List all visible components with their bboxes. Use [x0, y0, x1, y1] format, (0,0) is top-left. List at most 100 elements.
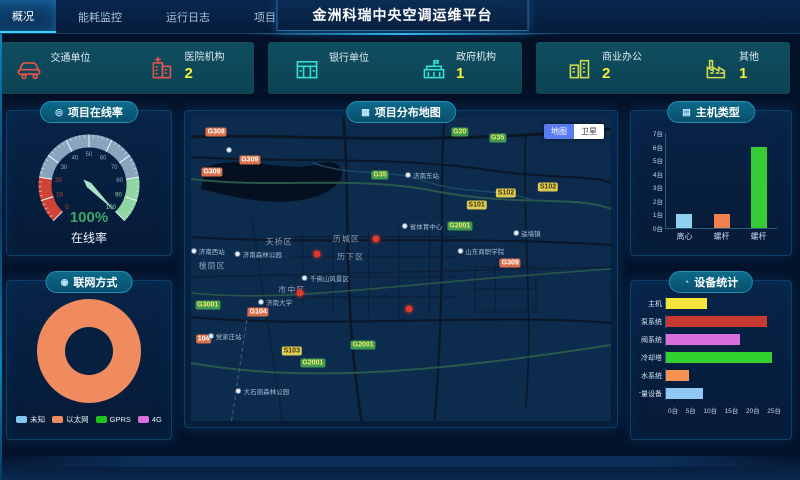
network-legend: 未知 以太网 GPRS 4G [7, 414, 171, 425]
hospital-icon [150, 56, 176, 80]
device-track [665, 369, 781, 382]
x-tick-25台: 25台 [767, 405, 781, 415]
y-tick-3台: 3台 [653, 182, 663, 192]
marker-dot-icon [208, 333, 214, 339]
center-column: ▦ 项目分布地图 [184, 110, 618, 440]
project-marker-3[interactable] [372, 235, 379, 242]
left-edge-glow [0, 34, 2, 480]
y-tick-4台: 4台 [653, 169, 663, 179]
panel-device-stats: ◔ 设备统计 主机泵系统阀系统冷却塔水系统计量设备0台5台10台15台20台25… [630, 280, 792, 440]
marker-label: 济南大学 [266, 297, 292, 307]
marker-dot-icon [405, 172, 411, 178]
marker-label: 遥墙镇 [521, 228, 541, 238]
map-button-地图[interactable]: 地图 [544, 124, 574, 139]
y-tick-5台: 5台 [653, 155, 663, 165]
monitor-icon: ▤ [682, 107, 691, 118]
map-marker-大石崮森林公园: 大石崮森林公园 [236, 386, 290, 396]
bottom-strip [0, 456, 800, 480]
panel-host-title: 主机类型 [696, 104, 740, 120]
x-tick-5台: 5台 [686, 405, 696, 415]
panel-project-map: ▦ 项目分布地图 [184, 110, 618, 428]
svg-text:90: 90 [115, 193, 122, 199]
project-marker-1[interactable] [314, 250, 321, 257]
device-row-阀系统: 阀系统 [639, 333, 781, 346]
stat-其他: 其他1 [704, 52, 759, 83]
panel-host-header: ▤ 主机类型 [667, 101, 755, 123]
device-label: 阀系统 [639, 335, 665, 345]
marker-dot-icon [513, 230, 519, 236]
panel-host-type: ▤ 主机类型 0台1台2台3台4台5台6台7台离心螺杆螺杆 [630, 110, 792, 256]
device-bar-水系统 [666, 370, 689, 381]
legend-item-以太网[interactable]: 以太网 [52, 414, 89, 425]
gauge-icon: ◎ [55, 107, 63, 118]
device-row-冷却塔: 冷却塔 [639, 351, 781, 364]
map-marker-济南大学: 济南大学 [258, 297, 292, 307]
road-badge-G35: G35 [371, 170, 388, 179]
device-track [665, 315, 781, 328]
legend-item-GPRS[interactable]: GPRS [96, 414, 131, 425]
stat-政府机构: 政府机构1 [421, 52, 496, 83]
legend-label: 以太网 [66, 414, 89, 425]
panel-network-title: 联网方式 [73, 274, 117, 290]
stat-label: 交通单位 [51, 53, 91, 66]
svg-text:50: 50 [86, 152, 93, 158]
panel-device-header: ◔ 设备统计 [669, 271, 753, 293]
legend-item-未知[interactable]: 未知 [16, 414, 45, 425]
device-x-axis: 0台5台10台15台20台25台 [668, 405, 781, 415]
panel-network-header: ◉ 联网方式 [46, 271, 133, 293]
nav-tab-1[interactable]: 概况 [0, 0, 56, 33]
stat-value: 2 [185, 65, 225, 84]
nav-tab-2[interactable]: 能耗监控 [56, 0, 144, 33]
road-badge-G3001: G3001 [195, 301, 220, 310]
map-canvas[interactable]: G308G309G309G20G35G35S102S101S102G2001G3… [191, 117, 611, 421]
app-title-container: 金洲科瑞中央空调运维平台 [277, 0, 529, 31]
legend-swatch [96, 416, 107, 423]
x-tick-20台: 20台 [746, 405, 760, 415]
road-badge-G35: G35 [489, 134, 506, 143]
title-glow-line [243, 33, 563, 35]
stat-value [51, 66, 91, 83]
legend-swatch [16, 416, 27, 423]
svg-text:60: 60 [100, 155, 107, 161]
panel-online-rate-title: 项目在线率 [68, 104, 123, 120]
road-badge-G309: G309 [201, 167, 222, 176]
marker-dot-icon [226, 147, 232, 153]
panel-map-header: ▦ 项目分布地图 [346, 101, 456, 123]
legend-swatch [138, 416, 149, 423]
device-row-泵系统: 泵系统 [639, 315, 781, 328]
panel-map-title: 项目分布地图 [375, 104, 441, 120]
device-track [665, 297, 781, 310]
marker-label: 济南西站 [199, 246, 225, 256]
map-marker-济南西站: 济南西站 [191, 246, 225, 256]
marker-dot-icon [402, 223, 408, 229]
map-button-卫星[interactable]: 卫星 [574, 124, 604, 139]
marker-label: 济南森林公园 [243, 249, 282, 259]
x-tick-10台: 10台 [703, 405, 717, 415]
host-type-plot: 0台1台2台3台4台5台6台7台离心螺杆螺杆 [665, 133, 777, 229]
stat-label: 医院机构 [185, 52, 225, 65]
map-marker-济南东站: 济南东站 [405, 170, 439, 180]
project-marker-4[interactable] [406, 305, 413, 312]
road-badge-G2001: G2001 [300, 359, 325, 368]
donut-hole [65, 327, 113, 375]
bar-离心-1 [676, 214, 692, 228]
legend-item-4G[interactable]: 4G [138, 414, 162, 425]
nav-tab-3[interactable]: 运行日志 [144, 0, 232, 33]
pie-icon: ◔ [684, 277, 689, 287]
device-row-主机: 主机 [639, 297, 781, 310]
svg-text:40: 40 [72, 155, 79, 161]
online-rate-value: 100% [7, 209, 171, 226]
svg-text:70: 70 [111, 165, 118, 171]
road-badge-G309: G309 [239, 155, 260, 164]
device-track [665, 387, 781, 400]
x-category-螺杆: 螺杆 [714, 231, 730, 242]
svg-text:30: 30 [61, 165, 68, 171]
panel-network-type: ◉ 联网方式 未知以太网GPRS4G [6, 280, 172, 440]
stat-value: 1 [456, 65, 496, 84]
stat-value: 1 [739, 65, 759, 84]
device-row-计量设备: 计量设备 [639, 387, 781, 400]
stat-label: 商业办公 [602, 52, 642, 65]
district-label-天桥区: 天桥区 [266, 236, 293, 247]
project-marker-2[interactable] [297, 290, 304, 297]
bar-螺杆-2 [714, 214, 730, 228]
